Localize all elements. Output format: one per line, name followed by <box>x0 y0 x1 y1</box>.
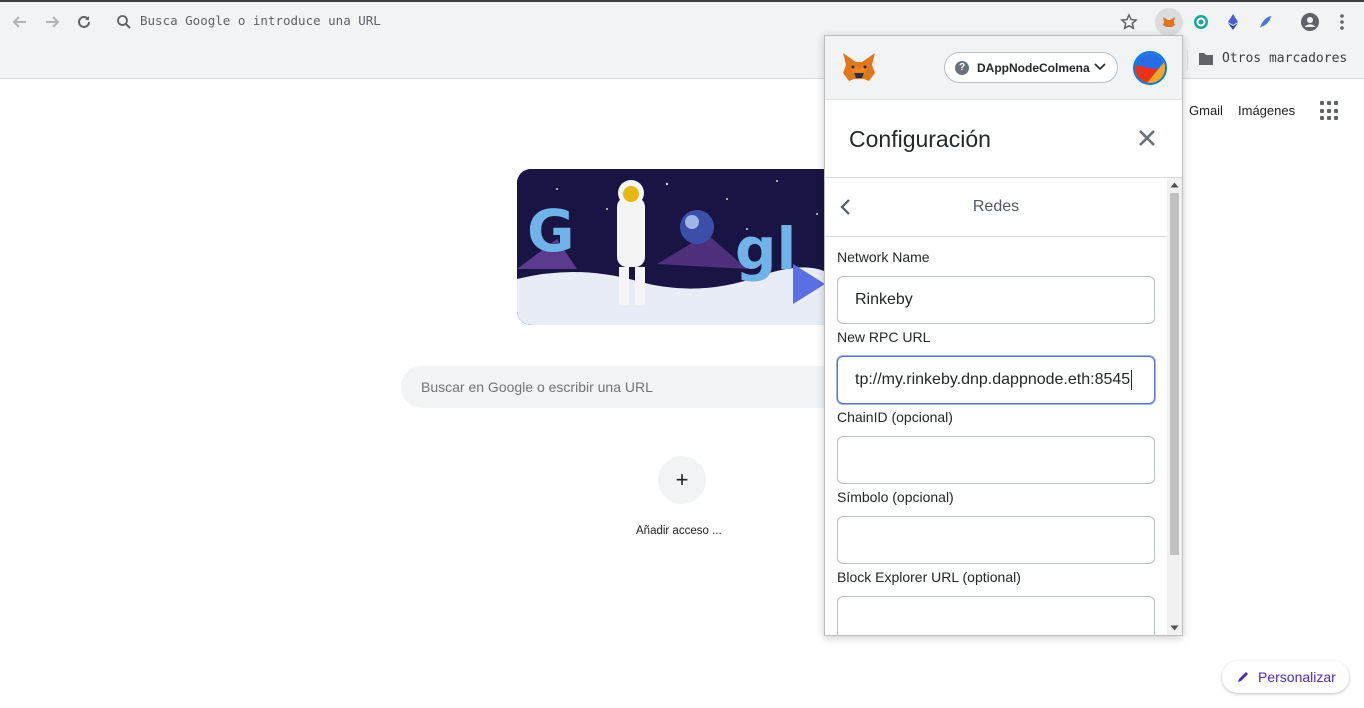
block-explorer-input[interactable] <box>837 596 1155 635</box>
chevron-down-icon <box>1094 63 1106 71</box>
bookmarks-separator <box>1187 50 1188 70</box>
scrollbar[interactable] <box>1167 178 1182 635</box>
feather-extension-icon[interactable] <box>1251 8 1279 36</box>
svg-text:gl: gl <box>735 215 796 283</box>
folder-icon <box>1199 52 1213 65</box>
google-doodle[interactable]: G gl <box>517 169 837 325</box>
chain-id-label: ChainID (opcional) <box>837 409 953 425</box>
network-label: DAppNodeColmena <box>977 60 1090 75</box>
metamask-header: ? DAppNodeColmena <box>825 36 1182 100</box>
metamask-fox-icon[interactable] <box>841 51 877 85</box>
scrollbar-thumb[interactable] <box>1170 193 1179 555</box>
settings-title: Configuración <box>849 126 991 152</box>
reload-icon[interactable] <box>70 8 98 36</box>
block-explorer-label: Block Explorer URL (optional) <box>837 569 1021 585</box>
profile-icon[interactable] <box>1296 8 1324 36</box>
ethereum-extension-icon[interactable] <box>1219 8 1247 36</box>
pencil-icon <box>1238 672 1248 682</box>
omnibox-input[interactable]: Busca Google o introduce una URL <box>140 13 381 28</box>
forward-icon[interactable] <box>38 8 66 36</box>
add-shortcut-label: Añadir acceso ... <box>636 525 722 537</box>
scroll-down-icon[interactable] <box>1170 624 1179 632</box>
menu-icon[interactable] <box>1328 8 1356 36</box>
network-selector[interactable]: ? DAppNodeColmena <box>944 52 1118 83</box>
search-placeholder: Buscar en Google o escribir una URL <box>421 379 653 395</box>
metamask-extension-icon[interactable] <box>1155 8 1183 36</box>
symbol-label: Símbolo (opcional) <box>837 489 954 505</box>
browser-toolbar: Busca Google o introduce una URL <box>0 0 1364 40</box>
bookmark-folder-other[interactable]: Otros marcadores <box>1198 51 1347 66</box>
rpc-url-input[interactable]: tp://my.rinkeby.dnp.dappnode.eth:8545 <box>837 356 1155 404</box>
metamask-popup: ? DAppNodeColmena Configuración Redes Ne… <box>824 35 1183 636</box>
add-shortcut-button[interactable]: + <box>658 456 706 504</box>
add-icon: + <box>675 467 689 492</box>
google-search-input[interactable]: Buscar en Google o escribir una URL <box>401 366 851 408</box>
apps-grid-icon[interactable] <box>1320 101 1340 121</box>
rpc-url-value: tp://my.rinkeby.dnp.dappnode.eth:8545 <box>855 371 1131 388</box>
scroll-up-icon[interactable] <box>1170 181 1179 189</box>
symbol-input[interactable] <box>837 516 1155 564</box>
images-link[interactable]: Imágenes <box>1238 103 1295 118</box>
customize-button[interactable]: Personalizar <box>1222 661 1349 693</box>
bookmark-folder-label: Otros marcadores <box>1222 51 1348 66</box>
close-icon[interactable] <box>1135 126 1159 150</box>
gmail-link[interactable]: Gmail <box>1189 103 1223 118</box>
chain-id-input[interactable] <box>837 436 1155 484</box>
extension-green-icon[interactable] <box>1187 8 1215 36</box>
text-caret <box>1131 370 1133 390</box>
svg-text:G: G <box>527 197 575 265</box>
networks-subheader: Redes <box>825 178 1167 237</box>
network-name-input[interactable]: Rinkeby <box>837 276 1155 324</box>
bookmark-star-icon[interactable] <box>1115 8 1143 36</box>
back-icon[interactable] <box>6 8 34 36</box>
customize-label: Personalizar <box>1258 669 1336 685</box>
network-name-value: Rinkeby <box>855 291 913 308</box>
search-icon <box>110 8 138 36</box>
network-name-label: Network Name <box>837 249 930 265</box>
question-icon: ? <box>955 60 969 75</box>
networks-title: Redes <box>972 198 1020 215</box>
account-avatar[interactable] <box>1133 51 1167 85</box>
rpc-url-label: New RPC URL <box>837 329 931 345</box>
